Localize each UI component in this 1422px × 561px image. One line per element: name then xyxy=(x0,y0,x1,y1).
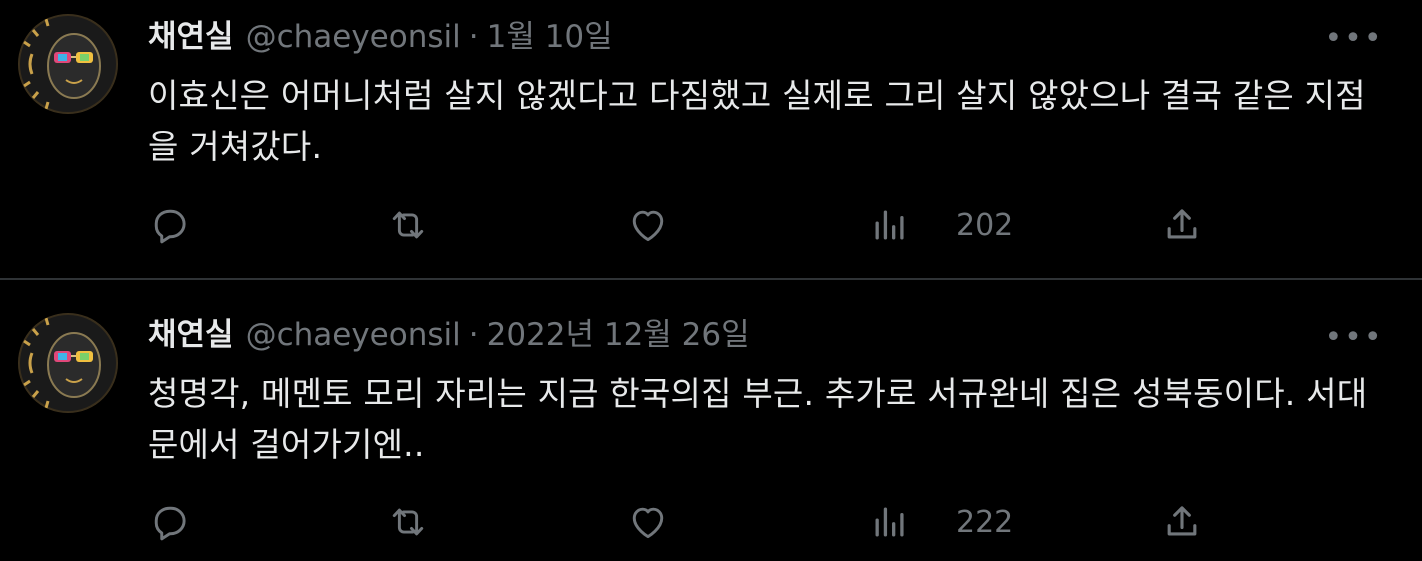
avatar[interactable] xyxy=(18,313,118,413)
tweet-text: 이효신은 어머니처럼 살지 않겠다고 다짐했고 실제로 그리 살지 않았으나 결… xyxy=(148,76,1366,166)
author-name[interactable]: 채연실 xyxy=(148,14,234,60)
avatar-image xyxy=(20,16,116,112)
retweet-button[interactable] xyxy=(386,200,430,250)
retweet-button[interactable] xyxy=(386,497,430,547)
views-count: 222 xyxy=(956,504,1014,540)
retweet-icon xyxy=(392,211,424,239)
heart-icon xyxy=(632,210,664,242)
tweet-date[interactable]: 2022년 12월 26일 xyxy=(487,312,750,358)
views-button[interactable]: 202 xyxy=(868,200,1013,250)
avatar[interactable] xyxy=(18,14,118,114)
like-button[interactable] xyxy=(626,200,670,250)
more-icon: ••• xyxy=(1324,319,1384,355)
tweet-date[interactable]: 1월 10일 xyxy=(487,14,613,60)
share-button[interactable] xyxy=(1160,200,1204,250)
views-chart-icon xyxy=(875,507,904,537)
tweet[interactable]: 채연실 @chaeyeonsil · 1월 10일 ••• 이효신은 어머니처럼… xyxy=(0,0,1422,280)
heart-icon xyxy=(632,507,664,539)
reply-button[interactable] xyxy=(148,497,192,547)
more-options-button[interactable]: ••• xyxy=(1324,21,1381,56)
views-count: 202 xyxy=(956,207,1014,243)
timeline: 채연실 @chaeyeonsil · 1월 10일 ••• 이효신은 어머니처럼… xyxy=(0,0,1422,561)
tweet-actions: 222 xyxy=(148,497,1208,547)
author-handle[interactable]: @chaeyeonsil xyxy=(246,312,461,358)
tweet-text: 청명각, 메멘토 모리 자리는 지금 한국의집 부근. 추가로 서규완네 집은 … xyxy=(148,374,1368,464)
more-options-button[interactable]: ••• xyxy=(1324,320,1381,355)
views-button[interactable]: 222 xyxy=(868,497,1013,547)
author-name[interactable]: 채연실 xyxy=(148,312,234,358)
more-icon: ••• xyxy=(1324,20,1384,56)
retweet-icon xyxy=(392,508,424,536)
author-handle[interactable]: @chaeyeonsil xyxy=(246,14,461,60)
separator: · xyxy=(468,19,479,55)
share-button[interactable] xyxy=(1160,497,1204,547)
tweet[interactable]: 채연실 @chaeyeonsil · 2022년 12월 26일 ••• 청명각… xyxy=(0,281,1422,561)
avatar-image xyxy=(20,315,116,411)
tweet-header: 채연실 @chaeyeonsil · 2022년 12월 26일 xyxy=(148,312,750,358)
share-icon xyxy=(1167,209,1197,239)
share-icon xyxy=(1167,506,1197,536)
reply-icon xyxy=(154,506,186,541)
reply-button[interactable] xyxy=(148,200,192,250)
tweet-actions: 202 xyxy=(148,200,1208,250)
tweet-header: 채연실 @chaeyeonsil · 1월 10일 xyxy=(148,14,613,60)
separator: · xyxy=(468,317,479,353)
like-button[interactable] xyxy=(626,497,670,547)
views-chart-icon xyxy=(875,210,904,240)
reply-icon xyxy=(154,209,186,244)
